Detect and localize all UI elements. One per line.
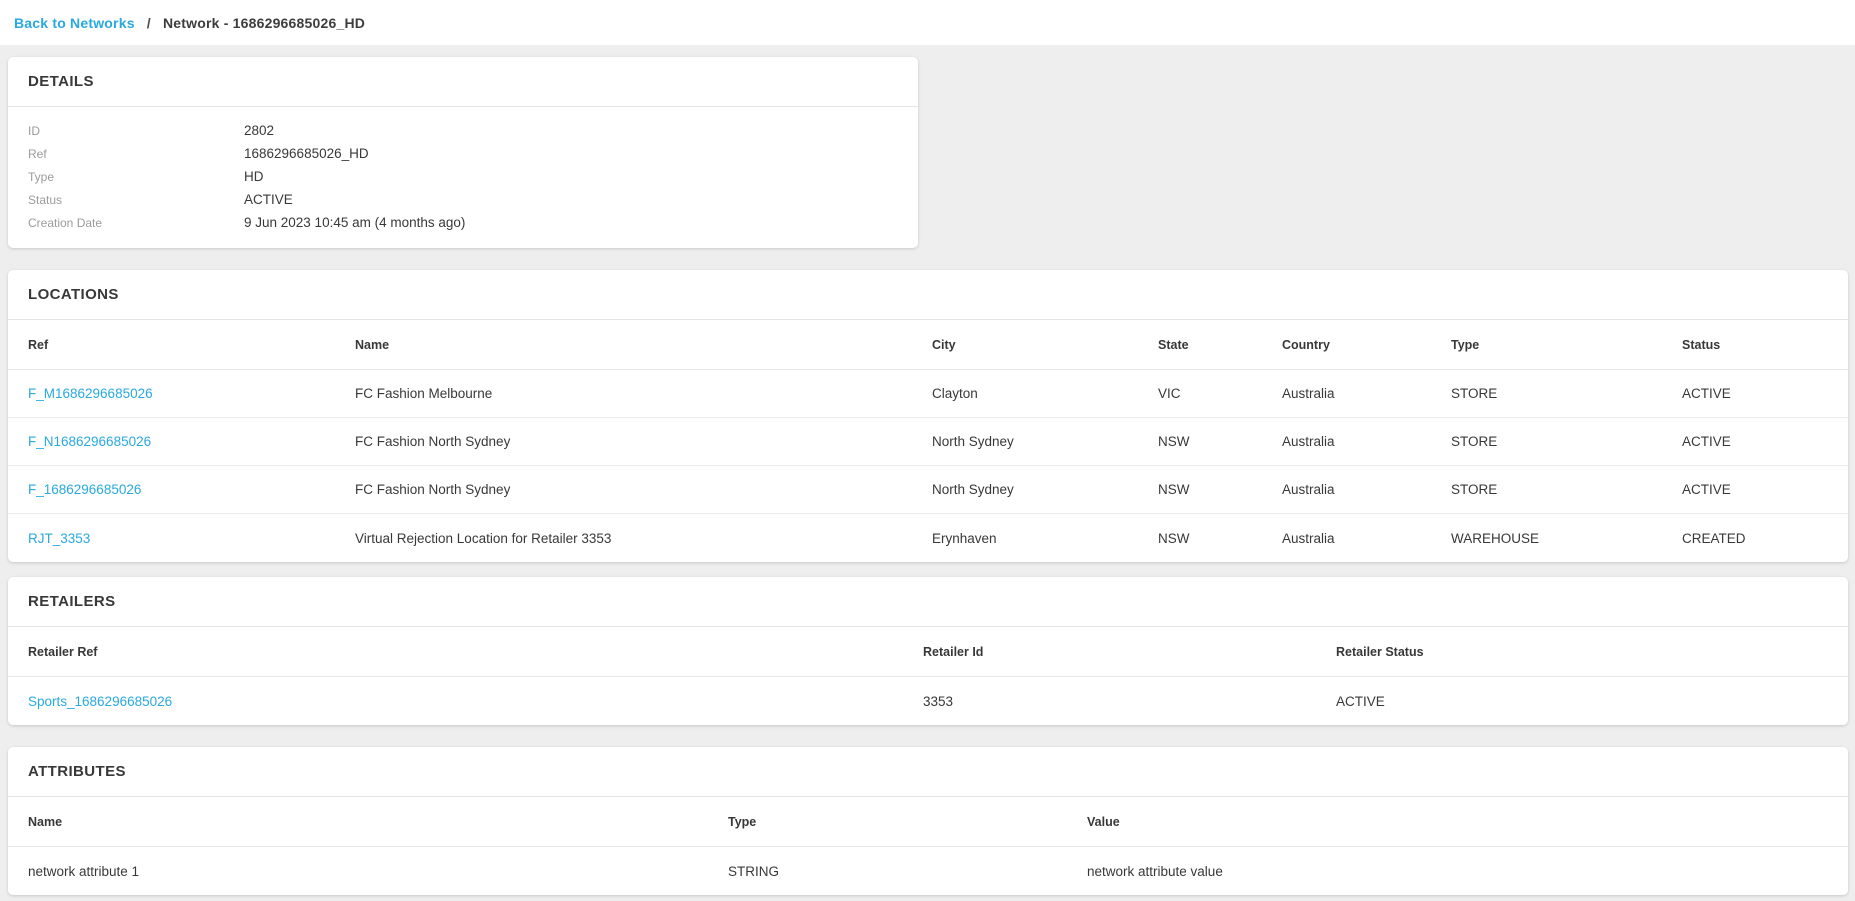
col-header-name: Name xyxy=(355,338,932,352)
detail-value: 9 Jun 2023 10:45 am (4 months ago) xyxy=(244,215,465,230)
detail-label: Type xyxy=(28,170,244,184)
retailer-status: ACTIVE xyxy=(1336,694,1848,709)
location-name: FC Fashion North Sydney xyxy=(355,482,932,497)
location-row: F_M1686296685026 FC Fashion Melbourne Cl… xyxy=(8,370,1848,418)
retailers-table-header: Retailer Ref Retailer Id Retailer Status xyxy=(8,627,1848,677)
detail-value: 1686296685026_HD xyxy=(244,146,369,161)
location-city: North Sydney xyxy=(932,482,1158,497)
location-country: Australia xyxy=(1282,386,1451,401)
col-header-city: City xyxy=(932,338,1158,352)
details-card-title: DETAILS xyxy=(8,57,918,107)
location-city: Erynhaven xyxy=(932,531,1158,546)
location-status: ACTIVE xyxy=(1682,386,1848,401)
attributes-card-title: ATTRIBUTES xyxy=(8,747,1848,797)
detail-value: 2802 xyxy=(244,123,274,138)
attribute-value: network attribute value xyxy=(1087,864,1848,879)
back-to-networks-link[interactable]: Back to Networks xyxy=(14,15,135,31)
location-type: STORE xyxy=(1451,482,1682,497)
details-card: DETAILS ID 2802 Ref 1686296685026_HD Typ… xyxy=(8,57,918,248)
col-header-retailer-status: Retailer Status xyxy=(1336,645,1848,659)
col-header-state: State xyxy=(1158,338,1282,352)
location-status: ACTIVE xyxy=(1682,434,1848,449)
retailers-card-title: RETAILERS xyxy=(8,577,1848,627)
location-name: FC Fashion Melbourne xyxy=(355,386,932,401)
location-city: Clayton xyxy=(932,386,1158,401)
location-ref-link[interactable]: F_M1686296685026 xyxy=(28,386,153,401)
attributes-table-header: Name Type Value xyxy=(8,797,1848,847)
col-header-ref: Ref xyxy=(28,338,355,352)
col-header-status: Status xyxy=(1682,338,1848,352)
location-state: NSW xyxy=(1158,482,1282,497)
top-bar: Back to Networks / Network - 16862966850… xyxy=(0,0,1855,45)
locations-table-header: Ref Name City State Country Type Status xyxy=(8,320,1848,370)
col-header-country: Country xyxy=(1282,338,1451,352)
detail-row-type: Type HD xyxy=(8,165,918,188)
attribute-name: network attribute 1 xyxy=(28,864,728,879)
location-type: WAREHOUSE xyxy=(1451,531,1682,546)
detail-value: ACTIVE xyxy=(244,192,293,207)
location-type: STORE xyxy=(1451,386,1682,401)
detail-row-creation-date: Creation Date 9 Jun 2023 10:45 am (4 mon… xyxy=(8,211,918,234)
location-status: ACTIVE xyxy=(1682,482,1848,497)
location-city: North Sydney xyxy=(932,434,1158,449)
breadcrumb-separator: / xyxy=(147,15,151,31)
location-ref-link[interactable]: F_1686296685026 xyxy=(28,482,141,497)
location-name: Virtual Rejection Location for Retailer … xyxy=(355,531,932,546)
detail-label: Ref xyxy=(28,147,244,161)
retailers-card: RETAILERS Retailer Ref Retailer Id Retai… xyxy=(8,577,1848,725)
attribute-row: network attribute 1 STRING network attri… xyxy=(8,847,1848,895)
detail-label: ID xyxy=(28,124,244,138)
attribute-type: STRING xyxy=(728,864,1087,879)
location-ref-link[interactable]: F_N1686296685026 xyxy=(28,434,151,449)
location-ref-link[interactable]: RJT_3353 xyxy=(28,531,90,546)
col-header-attribute-value: Value xyxy=(1087,815,1848,829)
location-country: Australia xyxy=(1282,482,1451,497)
col-header-retailer-ref: Retailer Ref xyxy=(28,645,923,659)
detail-row-id: ID 2802 xyxy=(8,119,918,142)
location-status: CREATED xyxy=(1682,531,1848,546)
breadcrumb: Back to Networks / Network - 16862966850… xyxy=(14,15,365,31)
location-state: NSW xyxy=(1158,434,1282,449)
detail-row-ref: Ref 1686296685026_HD xyxy=(8,142,918,165)
location-state: VIC xyxy=(1158,386,1282,401)
details-field-list: ID 2802 Ref 1686296685026_HD Type HD Sta… xyxy=(8,107,918,248)
breadcrumb-current-page: Network - 1686296685026_HD xyxy=(163,15,365,31)
location-state: NSW xyxy=(1158,531,1282,546)
detail-label: Creation Date xyxy=(28,216,244,230)
retailer-id: 3353 xyxy=(923,694,1336,709)
detail-label: Status xyxy=(28,193,244,207)
location-type: STORE xyxy=(1451,434,1682,449)
attributes-card: ATTRIBUTES Name Type Value network attri… xyxy=(8,747,1848,895)
location-row: RJT_3353 Virtual Rejection Location for … xyxy=(8,514,1848,562)
retailer-ref-link[interactable]: Sports_1686296685026 xyxy=(28,694,172,709)
col-header-attribute-name: Name xyxy=(28,815,728,829)
retailer-row: Sports_1686296685026 3353 ACTIVE xyxy=(8,677,1848,725)
col-header-retailer-id: Retailer Id xyxy=(923,645,1336,659)
col-header-type: Type xyxy=(1451,338,1682,352)
location-name: FC Fashion North Sydney xyxy=(355,434,932,449)
locations-card: LOCATIONS Ref Name City State Country Ty… xyxy=(8,270,1848,562)
detail-row-status: Status ACTIVE xyxy=(8,188,918,211)
detail-value: HD xyxy=(244,169,264,184)
location-country: Australia xyxy=(1282,531,1451,546)
location-country: Australia xyxy=(1282,434,1451,449)
col-header-attribute-type: Type xyxy=(728,815,1087,829)
location-row: F_N1686296685026 FC Fashion North Sydney… xyxy=(8,418,1848,466)
location-row: F_1686296685026 FC Fashion North Sydney … xyxy=(8,466,1848,514)
locations-card-title: LOCATIONS xyxy=(8,270,1848,320)
